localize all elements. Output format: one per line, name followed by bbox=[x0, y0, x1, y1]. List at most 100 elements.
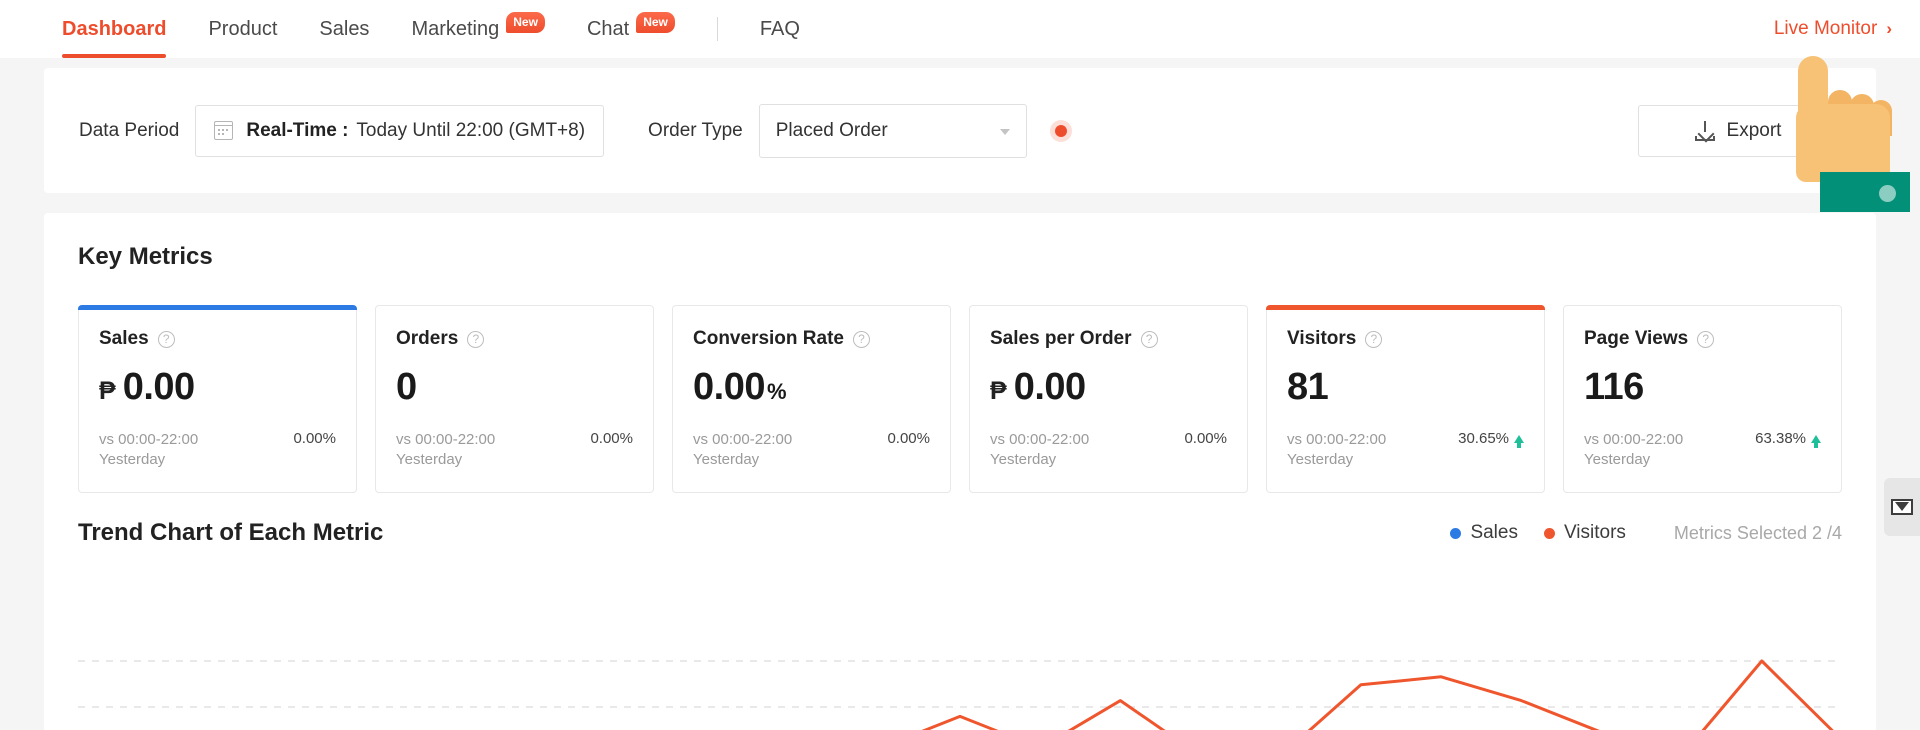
nav-tab-sales[interactable]: Sales bbox=[319, 0, 369, 58]
legend-label: Visitors bbox=[1563, 522, 1626, 543]
export-button[interactable]: Export bbox=[1638, 104, 1838, 157]
nav-tab-dashboard[interactable]: Dashboard bbox=[62, 0, 167, 58]
legend-item-visitors[interactable]: Visitors bbox=[1543, 522, 1626, 544]
live-monitor-label: Live Monitor bbox=[1773, 18, 1878, 39]
nav-tab-product[interactable]: Product bbox=[208, 0, 277, 58]
delta-group: 0.00% bbox=[293, 430, 336, 447]
live-status-dot-icon bbox=[1054, 124, 1067, 137]
delta-group: 0.00% bbox=[887, 430, 930, 447]
delta-group: 0.00% bbox=[1184, 430, 1227, 447]
legend-dot-icon bbox=[1543, 527, 1555, 539]
chevron-down-icon bbox=[999, 128, 1010, 135]
nav-tab-marketing[interactable]: Marketing New bbox=[411, 0, 545, 58]
delta-value: 30.65% bbox=[1458, 429, 1509, 447]
delta-group: 0.00% bbox=[590, 430, 633, 447]
help-icon[interactable]: ? bbox=[1140, 330, 1158, 348]
metric-name: Page Views bbox=[1584, 328, 1689, 349]
key-metrics-panel: Key Metrics Sales ? ₱ 0.00 vs 00:00-22:0… bbox=[44, 213, 1876, 730]
metric-card-orders[interactable]: Orders ? 0 vs 00:00-22:00 Yesterday 0.00% bbox=[375, 305, 654, 493]
help-icon[interactable]: ? bbox=[1697, 330, 1715, 348]
metrics-selected-count: Metrics Selected 2 /4 bbox=[1673, 522, 1842, 543]
help-icon[interactable]: ? bbox=[157, 330, 175, 348]
trend-up-icon bbox=[1514, 435, 1524, 448]
trend-up-icon bbox=[1811, 435, 1821, 448]
nav-tab-label: Sales bbox=[319, 17, 370, 40]
nav-tab-chat[interactable]: Chat New bbox=[587, 0, 675, 58]
metric-unit: % bbox=[766, 379, 787, 404]
data-period-label: Data Period bbox=[79, 119, 180, 141]
realtime-value: Today Until 22:00 (GMT+8) bbox=[356, 119, 586, 141]
help-icon[interactable]: ? bbox=[1365, 330, 1383, 348]
metric-name: Orders bbox=[396, 328, 459, 349]
card-accent-bar bbox=[78, 305, 357, 310]
new-badge: New bbox=[636, 11, 675, 33]
chart-legend: Sales Visitors Metrics Selected 2 /4 bbox=[1450, 522, 1842, 544]
chart-line-visitors bbox=[921, 659, 1834, 730]
currency-symbol: ₱ bbox=[99, 377, 116, 405]
date-period-picker[interactable]: Real-Time : Today Until 22:00 (GMT+8) bbox=[195, 104, 605, 157]
export-label: Export bbox=[1726, 119, 1782, 141]
trend-chart-header: Trend Chart of Each Metric Sales Visitor… bbox=[78, 519, 1842, 547]
delta-value: 0.00% bbox=[293, 429, 336, 447]
legend-item-sales[interactable]: Sales bbox=[1450, 522, 1518, 544]
comparison-label: vs 00:00-22:00 Yesterday bbox=[693, 430, 793, 468]
trend-chart-title: Trend Chart of Each Metric bbox=[78, 519, 384, 546]
cursor-accent-dot bbox=[1879, 185, 1896, 202]
trend-chart-svg bbox=[78, 659, 1842, 730]
filter-toolbar: Data Period Real-Time : Today Until 22:0… bbox=[44, 68, 1876, 193]
delta-value: 0.00% bbox=[887, 429, 930, 447]
metric-card-visitors[interactable]: Visitors ? 81 vs 00:00-22:00 Yesterday 30… bbox=[1266, 305, 1545, 493]
metric-value: 0.00 bbox=[693, 366, 765, 408]
nav-tab-faq[interactable]: FAQ bbox=[760, 0, 800, 58]
metric-name: Visitors bbox=[1287, 328, 1357, 349]
dashboard-page: Dashboard Product Sales Marketing New Ch… bbox=[0, 0, 1920, 730]
metric-name: Sales bbox=[99, 328, 149, 349]
metric-card-sales[interactable]: Sales ? ₱ 0.00 vs 00:00-22:00 Yesterday 0… bbox=[78, 305, 357, 493]
help-icon[interactable]: ? bbox=[852, 330, 870, 348]
help-icon[interactable]: ? bbox=[467, 330, 485, 348]
feedback-widget-tab[interactable] bbox=[1884, 478, 1920, 536]
delta-value: 0.00% bbox=[590, 429, 633, 447]
nav-tab-label: FAQ bbox=[759, 17, 800, 40]
metric-name: Conversion Rate bbox=[693, 328, 844, 349]
legend-label: Sales bbox=[1470, 522, 1518, 543]
currency-symbol: ₱ bbox=[990, 377, 1007, 405]
delta-value: 63.38% bbox=[1755, 429, 1806, 447]
delta-group: 63.38% bbox=[1755, 429, 1821, 448]
card-accent-bar bbox=[1266, 305, 1545, 310]
comparison-label: vs 00:00-22:00 Yesterday bbox=[99, 430, 199, 468]
nav-tab-label: Chat bbox=[586, 17, 630, 40]
envelope-icon bbox=[1891, 499, 1913, 515]
comparison-label: vs 00:00-22:00 Yesterday bbox=[1584, 430, 1684, 468]
metric-card-page-views[interactable]: Page Views ? 116 vs 00:00-22:00 Yesterday… bbox=[1563, 305, 1842, 493]
chart-gridlines bbox=[78, 660, 1842, 708]
delta-value: 0.00% bbox=[1184, 429, 1227, 447]
nav-tab-label: Dashboard bbox=[62, 17, 167, 40]
nav-divider bbox=[716, 17, 718, 41]
metric-value: 0.00 bbox=[122, 366, 195, 408]
comparison-label: vs 00:00-22:00 Yesterday bbox=[396, 430, 496, 468]
key-metrics-title: Key Metrics bbox=[78, 243, 213, 270]
order-type-label: Order Type bbox=[648, 119, 743, 141]
comparison-label: vs 00:00-22:00 Yesterday bbox=[1287, 430, 1387, 468]
live-monitor-link[interactable]: Live Monitor › bbox=[1774, 0, 1892, 58]
metric-card-conversion-rate[interactable]: Conversion Rate ? 0.00 % vs 00:00-22:00 Y… bbox=[672, 305, 951, 493]
nav-tab-label: Product bbox=[208, 17, 278, 40]
trend-chart[interactable] bbox=[78, 653, 1842, 730]
metric-value: 116 bbox=[1584, 366, 1644, 408]
calendar-icon bbox=[214, 121, 234, 140]
metric-name: Sales per Order bbox=[990, 328, 1132, 349]
comparison-label: vs 00:00-22:00 Yesterday bbox=[990, 430, 1090, 468]
metric-value: 81 bbox=[1287, 366, 1329, 408]
metric-value: 0.00 bbox=[1013, 366, 1086, 408]
new-badge: New bbox=[506, 11, 545, 33]
nav-tab-label: Marketing bbox=[411, 17, 500, 40]
chevron-right-icon: › bbox=[1886, 19, 1892, 38]
delta-group: 30.65% bbox=[1458, 429, 1524, 448]
download-icon bbox=[1694, 120, 1715, 141]
order-type-select[interactable]: Placed Order bbox=[758, 103, 1027, 158]
metric-cards-row: Sales ? ₱ 0.00 vs 00:00-22:00 Yesterday 0… bbox=[78, 305, 1842, 493]
legend-dot-icon bbox=[1450, 527, 1462, 539]
metric-card-sales-per-order[interactable]: Sales per Order ? ₱ 0.00 vs 00:00-22:00 Y… bbox=[969, 305, 1248, 493]
top-navigation: Dashboard Product Sales Marketing New Ch… bbox=[0, 0, 1920, 58]
